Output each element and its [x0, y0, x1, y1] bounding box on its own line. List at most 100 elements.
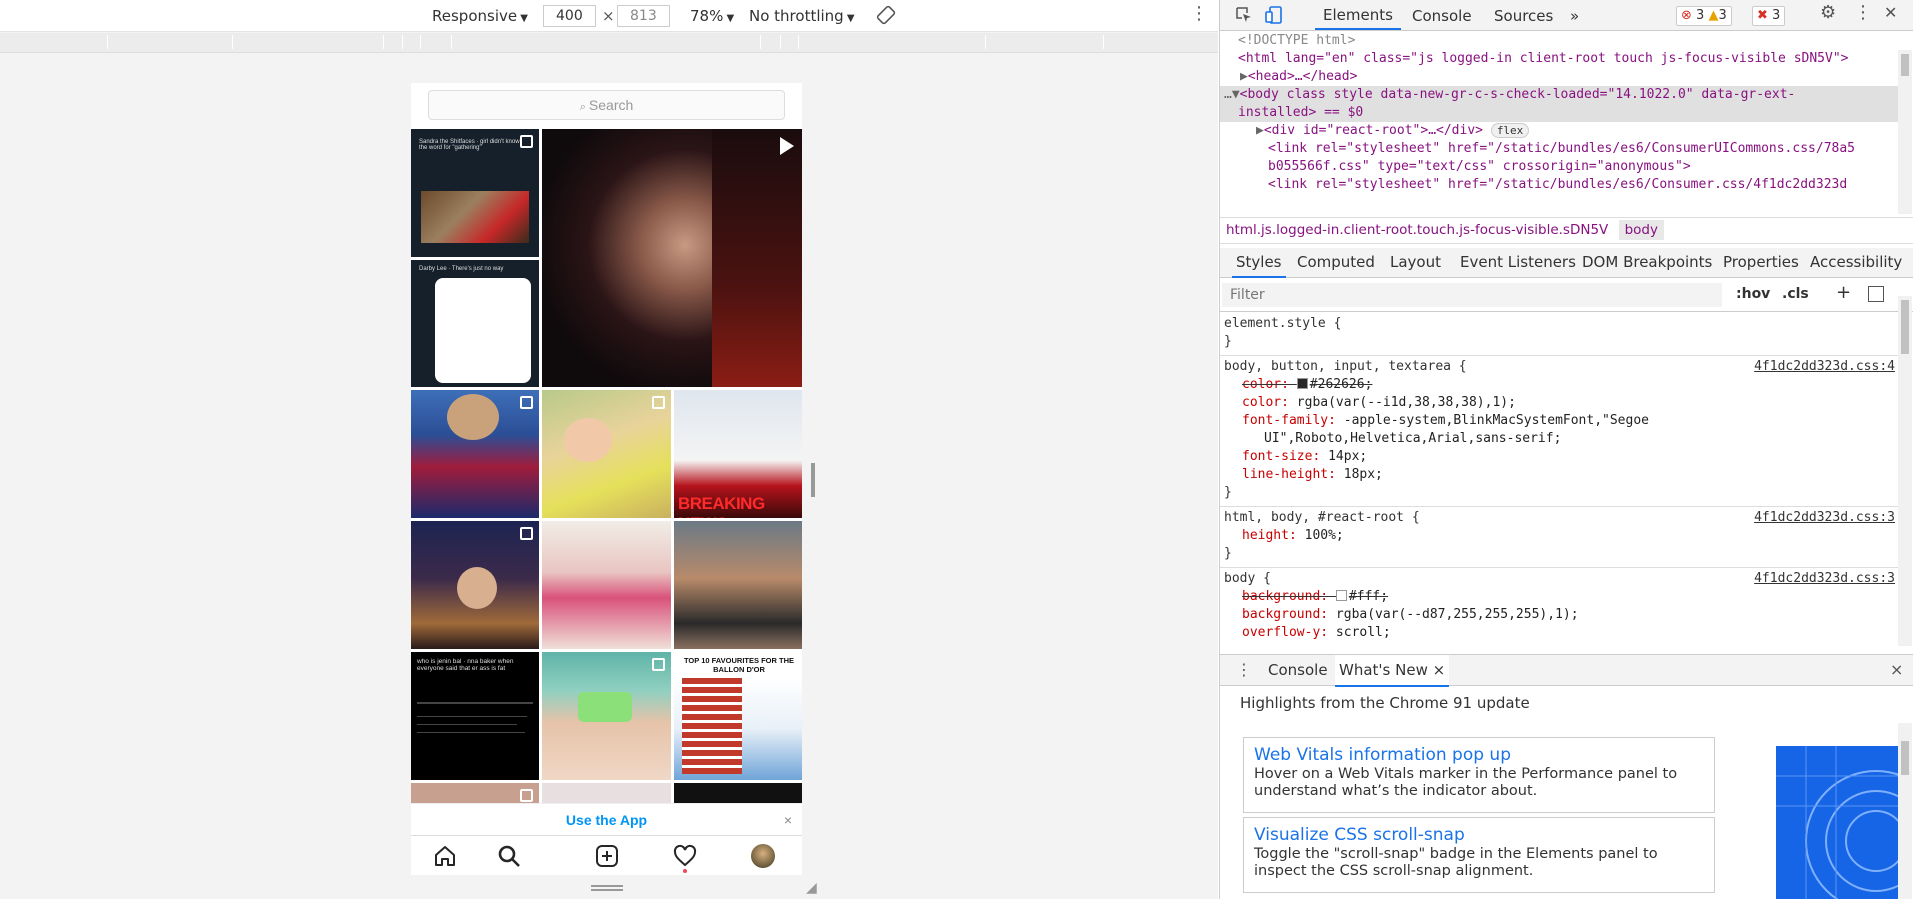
devtools-toolbar: Elements Console Sources » ⊗ 3 ▲3 ✖ 3 ⚙ …: [1220, 0, 1913, 31]
more-options-icon[interactable]: ⋮: [1190, 4, 1208, 24]
style-property[interactable]: overflow-y: scroll;: [1224, 624, 1894, 642]
filter-input[interactable]: Filter: [1222, 283, 1722, 307]
sidebar-toggle-icon[interactable]: [1868, 286, 1884, 302]
resize-handle-right[interactable]: [811, 463, 815, 497]
breadcrumb-body[interactable]: body: [1618, 220, 1664, 240]
card-title[interactable]: Web Vitals information pop up: [1254, 744, 1704, 766]
dom-node[interactable]: <html lang="en" class="js logged-in clie…: [1220, 50, 1898, 68]
issues-icon: ✖: [1757, 8, 1768, 23]
new-post-icon[interactable]: [593, 842, 621, 870]
rotate-icon[interactable]: [876, 5, 896, 30]
grid-post[interactable]: [542, 783, 671, 803]
flex-badge[interactable]: flex: [1490, 123, 1530, 138]
grid-post[interactable]: Sandra the Shitfaces · girl didn't know …: [411, 129, 539, 257]
style-property[interactable]: color: rgba(var(--i1d,38,38,38),1);: [1224, 394, 1894, 412]
tab-console[interactable]: Console: [1412, 6, 1472, 26]
color-swatch[interactable]: [1296, 378, 1308, 389]
rule-source-link[interactable]: 4f1dc2dd323d.css:3: [1754, 509, 1895, 527]
add-rule-icon[interactable]: +: [1836, 282, 1851, 303]
resize-handle-bottom[interactable]: [591, 885, 623, 891]
dom-node[interactable]: ▶<div id="react-root">…</div> flex: [1220, 122, 1898, 140]
grid-post[interactable]: [411, 390, 539, 518]
whats-new-card[interactable]: Web Vitals information pop up Hover on a…: [1243, 737, 1715, 813]
cls-button[interactable]: .cls: [1782, 286, 1809, 302]
rule-selector[interactable]: element.style {: [1224, 315, 1894, 333]
grid-post[interactable]: [542, 129, 802, 387]
close-icon[interactable]: ×: [784, 804, 792, 836]
grid-post[interactable]: [411, 783, 539, 803]
card-title[interactable]: Visualize CSS scroll-snap: [1254, 824, 1704, 846]
grid-post[interactable]: [542, 390, 671, 518]
device-toggle-icon[interactable]: [1264, 5, 1284, 30]
dom-node[interactable]: <!DOCTYPE html>: [1220, 32, 1898, 50]
close-icon[interactable]: ×: [1433, 661, 1446, 679]
tab-event-listeners[interactable]: Event Listeners: [1460, 248, 1576, 276]
height-input[interactable]: 813: [617, 5, 670, 27]
heart-icon[interactable]: [671, 842, 699, 873]
resize-handle-corner[interactable]: ◢: [806, 880, 817, 896]
style-rule: body { 4f1dc2dd323d.css:3 background: #f…: [1220, 568, 1898, 646]
grid-post[interactable]: TOP 10 FAVOURITES FOR THE BALLON D'OR: [674, 652, 802, 780]
grid-post[interactable]: Darby Lee · There's just no way: [411, 260, 539, 387]
throttle-select[interactable]: No throttling: [749, 6, 855, 29]
close-icon[interactable]: ✕: [1884, 3, 1897, 23]
styles-scrollbar[interactable]: [1898, 296, 1912, 646]
home-icon[interactable]: [431, 842, 459, 870]
style-property[interactable]: height: 100%;: [1224, 527, 1894, 545]
whats-new-card[interactable]: Visualize CSS scroll-snap Toggle the "sc…: [1243, 817, 1715, 893]
style-property[interactable]: background: rgba(var(--d87,255,255,255),…: [1224, 606, 1894, 624]
issues-count[interactable]: ✖ 3: [1752, 6, 1786, 26]
style-property[interactable]: color: #262626;: [1224, 376, 1894, 394]
tab-computed[interactable]: Computed: [1297, 248, 1375, 276]
style-property[interactable]: font-size: 14px;: [1224, 448, 1894, 466]
more-options-icon[interactable]: ⋮: [1854, 3, 1872, 23]
dom-node[interactable]: <link rel="stylesheet" href="/static/bun…: [1220, 176, 1898, 194]
device-select[interactable]: Responsive: [432, 6, 528, 29]
tab-accessibility[interactable]: Accessibility: [1810, 248, 1902, 276]
tab-dom-breakpoints[interactable]: DOM Breakpoints: [1582, 248, 1712, 276]
style-property[interactable]: line-height: 18px;: [1224, 466, 1894, 484]
grid-post[interactable]: [411, 521, 539, 649]
warning-icon: ▲: [1708, 8, 1719, 23]
grid-post[interactable]: BREAKING NEWS: [674, 390, 802, 518]
zoom-select[interactable]: 78%: [690, 6, 734, 29]
drawer-tab-console[interactable]: Console: [1268, 661, 1328, 679]
tab-elements[interactable]: Elements: [1315, 0, 1401, 30]
tab-styles[interactable]: Styles: [1232, 248, 1286, 278]
gear-icon[interactable]: ⚙: [1820, 3, 1836, 23]
use-app-link[interactable]: Use the App: [566, 812, 647, 828]
tab-sources[interactable]: Sources: [1494, 6, 1553, 26]
multi-post-icon: [652, 396, 665, 409]
avatar[interactable]: [749, 842, 777, 870]
style-property[interactable]: background: #fff;: [1224, 588, 1894, 606]
drawer-tab-whats-new[interactable]: What's New ×: [1335, 655, 1450, 687]
tab-properties[interactable]: Properties: [1723, 248, 1799, 276]
dom-node[interactable]: <link rel="stylesheet" href="/static/bun…: [1220, 140, 1898, 158]
drawer-scrollbar[interactable]: [1898, 723, 1912, 899]
breadcrumb-html[interactable]: html.js.logged-in.client-root.touch.js-f…: [1220, 220, 1614, 240]
error-icon: ⊗: [1681, 8, 1692, 23]
tab-layout[interactable]: Layout: [1390, 248, 1441, 276]
rule-source-link[interactable]: 4f1dc2dd323d.css:3: [1754, 570, 1895, 588]
hov-button[interactable]: :hov: [1736, 286, 1770, 302]
rule-source-link[interactable]: 4f1dc2dd323d.css:4: [1754, 358, 1895, 376]
search-input[interactable]: ⌕ Search: [428, 90, 785, 120]
search-icon[interactable]: [495, 842, 523, 870]
dom-scrollbar[interactable]: [1898, 50, 1912, 214]
close-drawer-icon[interactable]: ×: [1890, 660, 1903, 679]
width-input[interactable]: 400: [543, 5, 596, 27]
drawer-menu-icon[interactable]: ⋮: [1236, 660, 1252, 679]
inspect-icon[interactable]: [1234, 5, 1254, 30]
dom-node[interactable]: ▶<head>…</head>: [1220, 68, 1898, 86]
error-count[interactable]: ⊗ 3 ▲3: [1676, 6, 1732, 26]
dom-node-selected[interactable]: …▼<body class style data-new-gr-c-s-chec…: [1220, 86, 1898, 104]
style-property[interactable]: font-family: -apple-system,BlinkMacSyste…: [1224, 412, 1894, 430]
grid-post[interactable]: [542, 652, 671, 780]
grid-post[interactable]: [674, 783, 802, 803]
grid-post[interactable]: [674, 521, 802, 649]
breaking-news-caption: BREAKING NEWS: [678, 494, 765, 518]
more-tabs-icon[interactable]: »: [1570, 6, 1579, 26]
color-swatch[interactable]: [1335, 590, 1347, 601]
grid-post[interactable]: who is jenin bal · nna baker when everyo…: [411, 652, 539, 780]
grid-post[interactable]: [542, 521, 671, 649]
